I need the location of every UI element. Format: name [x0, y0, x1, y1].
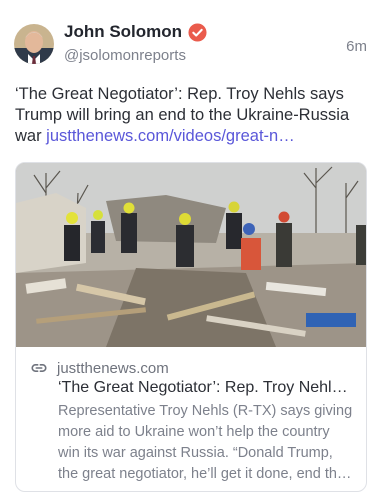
post-link[interactable]: justthenews.com/videos/great-n…	[46, 127, 295, 145]
post-text: ‘The Great Negotiator’: Rep. Troy Nehls …	[15, 84, 367, 147]
author-info: John Solomon @jsolomonreports	[64, 22, 207, 64]
verified-badge-icon	[188, 22, 207, 42]
card-description-line: win its war against Russia. “Donald Trum…	[58, 445, 333, 461]
card-domain: justthenews.com	[57, 359, 169, 377]
card-description-line: Representative Troy Nehls (R-TX) says gi…	[58, 403, 353, 419]
post-timestamp[interactable]: 6m	[346, 38, 367, 55]
card-thumbnail-image	[16, 163, 366, 347]
card-description-line: the great negotiator, he’ll get it done,…	[58, 466, 352, 482]
link-preview-card[interactable]: justthenews.com ‘The Great Negotiator’: …	[15, 162, 367, 492]
link-chain-icon	[31, 364, 47, 372]
author-avatar[interactable]	[14, 24, 54, 64]
author-display-name[interactable]: John Solomon	[64, 22, 182, 42]
card-description: Representative Troy Nehls (R-TX) says gi…	[58, 401, 358, 485]
author-handle[interactable]: @jsolomonreports	[64, 47, 207, 64]
avatar-photo	[14, 24, 54, 64]
card-title: ‘The Great Negotiator’: Rep. Troy Nehl…	[58, 379, 348, 396]
card-domain-row: justthenews.com	[30, 359, 169, 377]
card-description-line: more aid to Ukraine won’t help the count…	[58, 424, 330, 440]
post: John Solomon @jsolomonreports 6m ‘The Gr…	[0, 0, 383, 500]
